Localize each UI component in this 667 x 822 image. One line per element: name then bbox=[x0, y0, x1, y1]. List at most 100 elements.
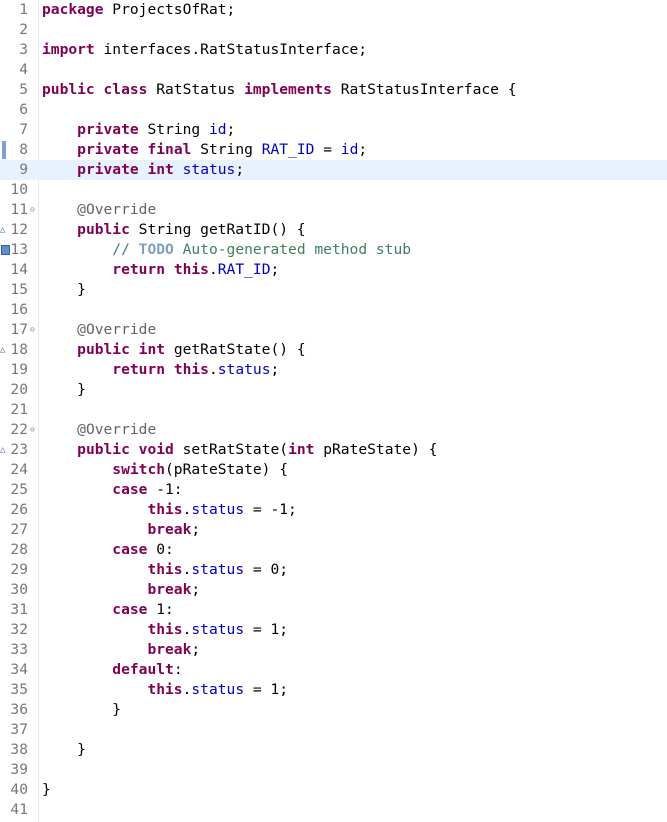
line-number: 40 bbox=[10, 781, 28, 798]
code-line[interactable]: 41 bbox=[0, 800, 667, 820]
field-token: RAT_ID bbox=[217, 261, 271, 278]
code-text: : bbox=[173, 661, 183, 678]
code-line[interactable]: 4 bbox=[0, 60, 667, 80]
line-number: 26 bbox=[10, 501, 28, 518]
code-line[interactable]: 34 default: bbox=[0, 660, 667, 680]
override-marker-icon[interactable]: △ bbox=[0, 340, 12, 360]
code-line[interactable]: 27 break; bbox=[0, 520, 667, 540]
keyword-token: this bbox=[147, 681, 183, 698]
code-line[interactable]: 1 package ProjectsOfRat; bbox=[0, 0, 667, 20]
bookmark-marker-icon[interactable] bbox=[0, 140, 12, 160]
comment-token: Auto-generated method stub bbox=[173, 241, 412, 258]
code-text-line: @Override bbox=[42, 420, 156, 440]
code-line[interactable]: 13 // TODO Auto-generated method stub bbox=[0, 240, 667, 260]
code-text: = 1; bbox=[244, 681, 289, 698]
code-line[interactable]: 10 bbox=[0, 180, 667, 200]
code-line[interactable]: 24 switch(pRateState) { bbox=[0, 460, 667, 480]
keyword-token: break bbox=[147, 641, 192, 658]
code-line[interactable]: 32 this.status = 1; bbox=[0, 620, 667, 640]
code-line[interactable]: 22 ⊖ @Override bbox=[0, 420, 667, 440]
code-line[interactable]: 23 △ public void setRatState(int pRateSta… bbox=[0, 440, 667, 460]
code-text-line: } bbox=[42, 780, 51, 800]
code-text: getRatState() { bbox=[165, 341, 306, 358]
code-line[interactable]: 39 bbox=[0, 760, 667, 780]
code-line[interactable]: 7 private String id; bbox=[0, 120, 667, 140]
code-line[interactable]: 11 ⊖ @Override bbox=[0, 200, 667, 220]
code-line[interactable]: 17 ⊖ @Override bbox=[0, 320, 667, 340]
line-number: 35 bbox=[10, 681, 28, 698]
fold-toggle-icon[interactable]: ⊖ bbox=[30, 320, 38, 340]
code-text-line: this.status = -1; bbox=[42, 500, 296, 520]
code-line-current[interactable]: 9 private int status; bbox=[0, 160, 667, 180]
override-marker-icon[interactable]: △ bbox=[0, 220, 12, 240]
task-marker-icon[interactable] bbox=[0, 240, 12, 260]
code-line[interactable]: 36 } bbox=[0, 700, 667, 720]
line-number: 32 bbox=[10, 621, 28, 638]
code-line[interactable]: 31 case 1: bbox=[0, 600, 667, 620]
code-area[interactable]: 1 package ProjectsOfRat; 2 3 import interfac… bbox=[0, 0, 667, 820]
line-number: 17 bbox=[10, 321, 28, 338]
code-line[interactable]: 26 this.status = -1; bbox=[0, 500, 667, 520]
line-number: 22 bbox=[10, 421, 28, 438]
field-token: status bbox=[191, 681, 245, 698]
code-line[interactable]: 25 case -1: bbox=[0, 480, 667, 500]
code-text: setRatState( bbox=[173, 441, 289, 458]
code-line[interactable]: 20 } bbox=[0, 380, 667, 400]
code-text-line: return this.status; bbox=[42, 360, 279, 380]
annotation-token: @Override bbox=[77, 321, 157, 338]
code-editor[interactable]: 1 package ProjectsOfRat; 2 3 import interfac… bbox=[0, 0, 667, 822]
code-line[interactable]: 14 return this.RAT_ID; bbox=[0, 260, 667, 280]
fold-toggle-icon[interactable]: ⊖ bbox=[30, 200, 38, 220]
code-line[interactable]: 2 bbox=[0, 20, 667, 40]
code-line[interactable]: 15 } bbox=[0, 280, 667, 300]
keyword-token: private bbox=[77, 121, 139, 138]
code-text: ; bbox=[191, 521, 201, 538]
code-line[interactable]: 18 △ public int getRatState() { bbox=[0, 340, 667, 360]
code-line[interactable]: 40} bbox=[0, 780, 667, 800]
code-line[interactable]: 19 return this.status; bbox=[0, 360, 667, 380]
code-text: = 0; bbox=[244, 561, 289, 578]
code-line[interactable]: 12 △ public String getRatID() { bbox=[0, 220, 667, 240]
code-line[interactable]: 33 break; bbox=[0, 640, 667, 660]
todo-token: TODO bbox=[138, 241, 174, 258]
code-line[interactable]: 38 } bbox=[0, 740, 667, 760]
line-number: 15 bbox=[10, 281, 28, 298]
code-line[interactable]: 30 break; bbox=[0, 580, 667, 600]
keyword-token: break bbox=[147, 581, 192, 598]
comment-token: // bbox=[112, 241, 139, 258]
field-token: status bbox=[182, 161, 236, 178]
override-marker-icon[interactable]: △ bbox=[0, 440, 12, 460]
code-line[interactable]: 5 public class RatStatus implements RatSt… bbox=[0, 80, 667, 100]
code-line[interactable]: 29 this.status = 0; bbox=[0, 560, 667, 580]
keyword-token: int bbox=[288, 441, 315, 458]
code-text: . bbox=[208, 261, 218, 278]
code-text-line: return this.RAT_ID; bbox=[42, 260, 279, 280]
code-line[interactable]: 3 import interfaces.RatStatusInterface; bbox=[0, 40, 667, 60]
code-line[interactable]: 6 bbox=[0, 100, 667, 120]
code-line[interactable]: 28 case 0: bbox=[0, 540, 667, 560]
code-text: (pRateState) { bbox=[165, 461, 289, 478]
field-token: RAT_ID bbox=[261, 141, 315, 158]
line-number: 25 bbox=[10, 481, 28, 498]
code-text-line: private final String RAT_ID = id; bbox=[42, 140, 367, 160]
code-line[interactable]: 37 bbox=[0, 720, 667, 740]
code-text-line: case -1: bbox=[42, 480, 182, 500]
keyword-token: int bbox=[147, 161, 174, 178]
code-line[interactable]: 35 this.status = 1; bbox=[0, 680, 667, 700]
code-line[interactable]: 8 private final String RAT_ID = id; bbox=[0, 140, 667, 160]
fold-toggle-icon[interactable]: ⊖ bbox=[30, 420, 38, 440]
code-text-line: case 0: bbox=[42, 540, 174, 560]
code-line[interactable]: 16 bbox=[0, 300, 667, 320]
code-line[interactable]: 21 bbox=[0, 400, 667, 420]
code-text-line: @Override bbox=[42, 200, 156, 220]
